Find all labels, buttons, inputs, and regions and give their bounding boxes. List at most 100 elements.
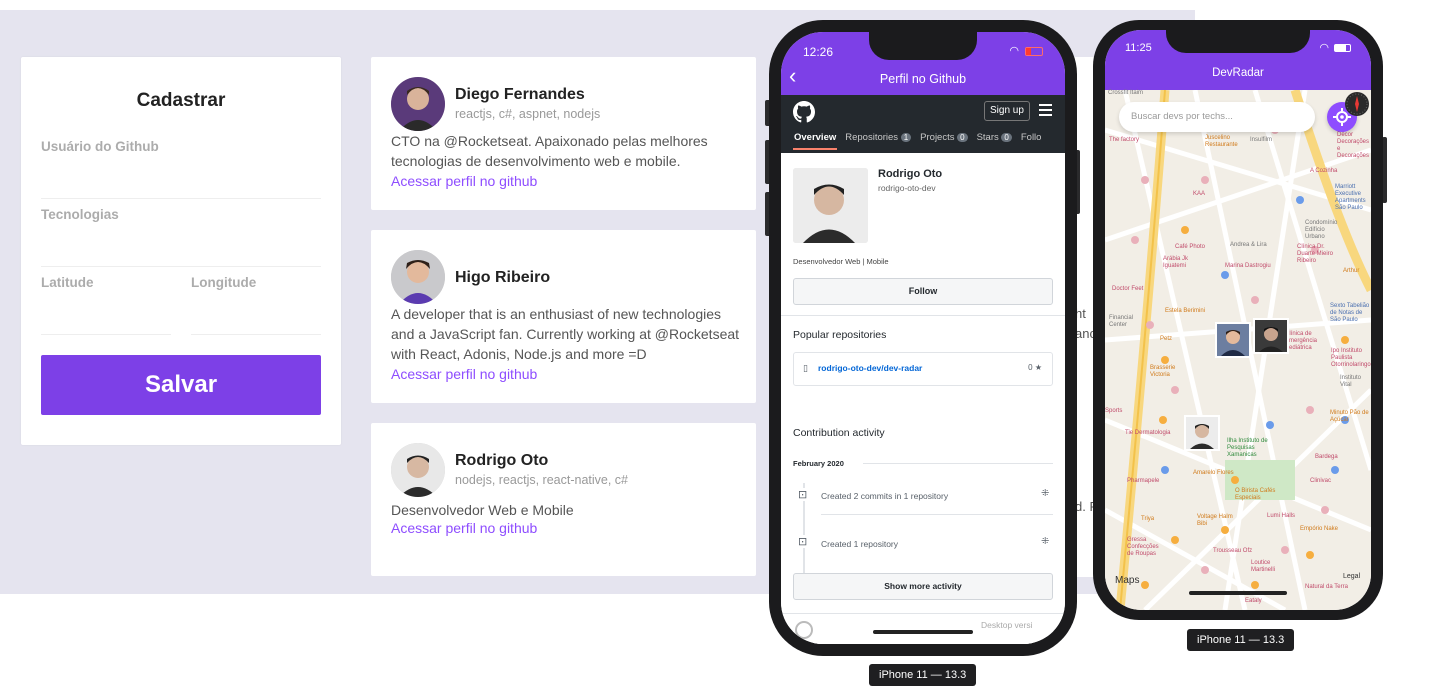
map-label: Amarelo Flores xyxy=(1193,470,1234,476)
github-user-field[interactable]: Usuário do Github xyxy=(41,139,321,199)
map-label: Loutice Martinelli xyxy=(1251,560,1276,573)
longitude-field[interactable]: Longitude xyxy=(191,275,321,335)
home-indicator xyxy=(873,630,973,634)
avatar xyxy=(391,443,445,497)
map-label: Trousseau Ofz xyxy=(1213,548,1253,554)
techs-field[interactable]: Tecnologias xyxy=(41,207,321,267)
avatar xyxy=(391,77,445,131)
github-header: Sign up Overview Repositories 1 Projects 0… xyxy=(781,95,1065,153)
activity-item: Created 2 commits in 1 repository xyxy=(821,491,949,501)
map-label: The factory xyxy=(1109,137,1140,143)
tab-projects[interactable]: Projects 0 xyxy=(920,132,968,143)
commit-icon: ⊡ xyxy=(798,488,808,501)
home-indicator xyxy=(1189,591,1287,595)
map-label: Eataly xyxy=(1245,598,1262,604)
dev-name: Diego Fernandes xyxy=(455,86,585,103)
battery-icon xyxy=(1334,44,1351,52)
map-label: Tie Dermatologia xyxy=(1125,430,1171,436)
tab-stars[interactable]: Stars 0 xyxy=(977,132,1012,143)
map-label: Instituto Vital xyxy=(1340,375,1362,388)
show-more-button[interactable]: Show more activity xyxy=(793,573,1053,600)
map-label: Brasserie Victoria xyxy=(1150,365,1176,378)
map-label: Arábia Jk Iguatemi xyxy=(1163,256,1189,269)
map-label: Insulfilm xyxy=(1250,137,1273,143)
compass-icon[interactable] xyxy=(1345,92,1369,116)
wifi-icon: ◠ xyxy=(1319,42,1329,54)
dev-name: Higo Ribeiro xyxy=(455,269,551,286)
repo-card[interactable]: ▯ rodrigo-oto-dev/dev-radar 0 ★ xyxy=(793,352,1053,386)
map-label: Marina Dastrogiu xyxy=(1225,263,1271,269)
form-title: Cadastrar xyxy=(136,90,226,111)
map-label: Bardega xyxy=(1315,454,1338,460)
desktop-version-link[interactable]: Desktop versi xyxy=(981,620,1033,630)
github-profile-link[interactable]: Acessar perfil no github xyxy=(391,173,537,189)
map-label: Lumi Halls xyxy=(1267,513,1296,519)
dev-bio: Desenvolvedor Web e Mobile xyxy=(391,502,574,518)
dev-techs: nodejs, reactjs, react-native, c# xyxy=(455,473,628,487)
expand-icon[interactable]: ⁜ xyxy=(1041,488,1049,499)
map-label: Andrea & Lira xyxy=(1230,242,1267,248)
dev-bio: A developer that is an enthusiast of new… xyxy=(391,306,740,362)
repo-icon: ▯ xyxy=(803,363,808,373)
map-label: O Birista Cafés Especiais xyxy=(1235,488,1276,501)
divider xyxy=(821,514,1053,515)
dev-card: Diego Fernandes reactjs, c#, aspnet, nod… xyxy=(371,57,756,210)
github-logo-icon[interactable] xyxy=(793,101,815,123)
nav-title: DevRadar xyxy=(1212,67,1264,79)
map-label: A Cozinha xyxy=(1310,168,1338,174)
map-label: Arthur xyxy=(1343,268,1360,274)
profile-bio: Desenvolvedor Web | Mobile xyxy=(793,257,889,266)
latitude-field[interactable]: Latitude xyxy=(41,275,171,335)
nav-title: Perfil no Github xyxy=(879,72,967,86)
profile-login: rodrigo-oto-dev xyxy=(878,183,936,193)
legal-link[interactable]: Legal xyxy=(1343,573,1360,580)
wifi-icon: ◠ xyxy=(1009,45,1019,57)
tab-followers[interactable]: Follo xyxy=(1021,132,1042,143)
map-label: Doctor Feet xyxy=(1112,286,1144,292)
github-user-label: Usuário do Github xyxy=(41,139,159,154)
follow-button[interactable]: Follow xyxy=(793,278,1053,305)
map-label: Empório Nake xyxy=(1300,526,1339,532)
save-button[interactable]: Salvar xyxy=(41,355,321,415)
popular-repos-title: Popular repositories xyxy=(793,329,887,341)
repo-icon: ⊡ xyxy=(798,535,808,548)
tab-overview[interactable]: Overview xyxy=(794,132,836,143)
github-profile-link[interactable]: Acessar perfil no github xyxy=(391,366,537,382)
signup-button[interactable]: Sign up xyxy=(984,101,1030,121)
maps-attribution: Maps xyxy=(1115,575,1140,586)
profile-avatar xyxy=(793,168,868,243)
map-label: Financial Center xyxy=(1109,315,1134,328)
search-input[interactable]: Buscar devs por techs... xyxy=(1119,102,1315,132)
map-label: Natural da Terra xyxy=(1305,584,1348,590)
map-label: Pharmapele xyxy=(1127,478,1160,484)
map-label: Crossfit Itaim xyxy=(1108,90,1144,96)
map-label: Gressa Confecções de Roupas xyxy=(1127,537,1159,557)
battery-icon xyxy=(1025,47,1043,56)
github-footer: Desktop versi xyxy=(781,613,1065,644)
map-view[interactable]: Crossfit Itaim The factory Juscelino Res… xyxy=(1105,90,1371,610)
device-label: iPhone 11 — 13.3 xyxy=(869,664,977,686)
tab-repositories[interactable]: Repositories 1 xyxy=(845,132,912,143)
map-label: Clínica de Emergência Pediátrica xyxy=(1285,331,1318,351)
dev-marker[interactable] xyxy=(1215,322,1251,358)
github-logo-icon xyxy=(795,621,813,639)
dev-marker[interactable] xyxy=(1184,415,1220,451)
dev-card: Rodrigo Oto nodejs, reactjs, react-nativ… xyxy=(371,423,756,576)
map-label: Sports xyxy=(1105,408,1123,414)
phone-screen: 12:26 ◠ ‹ Perfil no Github Sign up Overv… xyxy=(781,32,1065,644)
map-label: Voltage Halm Bibi xyxy=(1197,514,1233,527)
menu-icon[interactable] xyxy=(1039,104,1052,116)
dev-techs: reactjs, c#, aspnet, nodejs xyxy=(455,107,601,121)
dev-marker[interactable] xyxy=(1253,318,1289,354)
contribution-month: February 2020 xyxy=(793,459,844,468)
phone-notch xyxy=(869,32,977,60)
map-label: Café Photo xyxy=(1175,244,1206,250)
github-profile-content: Rodrigo Oto rodrigo-oto-dev Desenvolvedo… xyxy=(781,153,1065,644)
map-label: Décor Decorações e Decorações xyxy=(1337,132,1370,159)
techs-label: Tecnologias xyxy=(41,207,119,222)
dev-card: Higo Ribeiro A developer that is an enth… xyxy=(371,230,756,403)
expand-icon[interactable]: ⁜ xyxy=(1041,536,1049,547)
github-profile-link[interactable]: Acessar perfil no github xyxy=(391,520,537,536)
activity-item: Created 1 repository xyxy=(821,539,899,549)
repo-name[interactable]: rodrigo-oto-dev/dev-radar xyxy=(818,363,922,373)
